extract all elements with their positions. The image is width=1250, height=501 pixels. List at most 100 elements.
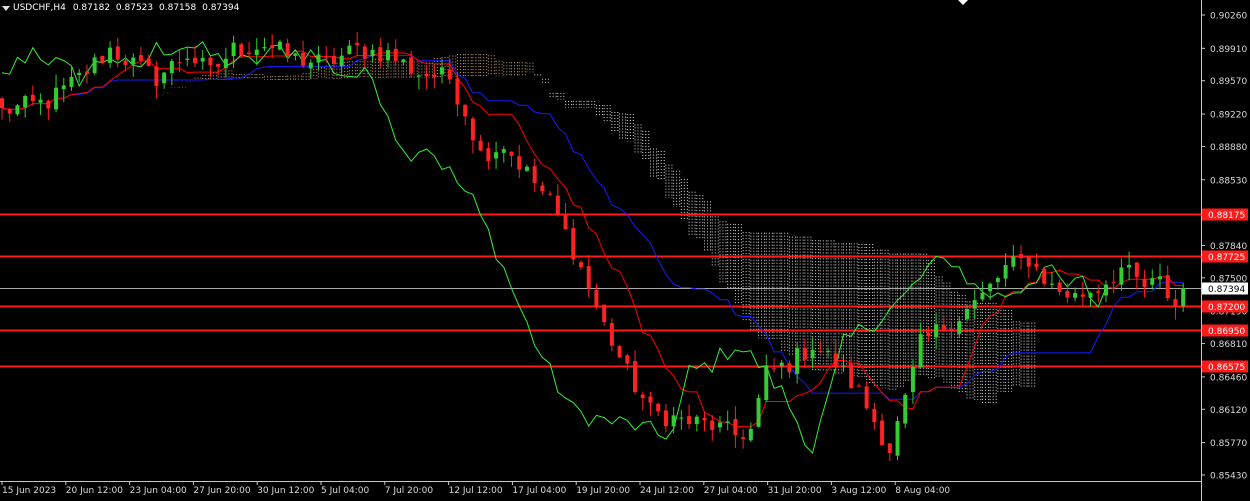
candle-body bbox=[285, 43, 290, 56]
candle-body bbox=[331, 56, 336, 65]
time-tick-label: 19 Jul 20:00 bbox=[576, 486, 630, 496]
candle-body bbox=[1127, 264, 1132, 268]
candle[interactable] bbox=[617, 345, 622, 359]
candle[interactable] bbox=[903, 393, 908, 428]
candle-body bbox=[687, 416, 692, 425]
candle-body bbox=[555, 195, 560, 216]
level-price-label: 0.87725 bbox=[1208, 253, 1245, 263]
high-value: 0.87523 bbox=[115, 3, 154, 13]
candle-body bbox=[301, 52, 306, 66]
candle-body bbox=[324, 56, 329, 58]
candle-body bbox=[77, 72, 82, 76]
candle-body bbox=[1158, 276, 1162, 280]
candle-body bbox=[216, 63, 221, 67]
time-tick-label: 24 Jul 12:00 bbox=[640, 486, 694, 496]
candle-body bbox=[702, 417, 707, 421]
candle-body bbox=[92, 57, 97, 74]
level-price-label: 0.86950 bbox=[1208, 327, 1245, 337]
candle-body bbox=[23, 96, 28, 108]
price-tick-label: 0.85430 bbox=[1210, 472, 1247, 482]
candle-body bbox=[138, 55, 143, 61]
chart-background bbox=[0, 0, 1250, 501]
price-tick-label: 0.86460 bbox=[1210, 373, 1247, 383]
candle-body bbox=[424, 73, 429, 77]
candle-body bbox=[61, 85, 66, 90]
candle-body bbox=[208, 57, 213, 66]
candle-body bbox=[532, 166, 537, 184]
time-tick-label: 27 Jul 04:00 bbox=[704, 486, 758, 496]
price-tick-label: 0.88880 bbox=[1210, 143, 1247, 153]
candle-body bbox=[656, 403, 661, 412]
candle-body bbox=[671, 415, 676, 427]
candle-body bbox=[856, 385, 861, 387]
candle-body bbox=[123, 60, 128, 65]
candle-body bbox=[494, 152, 499, 159]
candle-body bbox=[501, 149, 506, 153]
candle-body bbox=[455, 78, 460, 105]
candle-body bbox=[177, 62, 182, 64]
candle-body bbox=[355, 42, 360, 46]
time-tick-label: 3 Aug 12:00 bbox=[831, 486, 886, 496]
candle-body bbox=[1088, 293, 1093, 298]
candle-body bbox=[602, 304, 607, 323]
candle-body bbox=[710, 420, 715, 431]
candle-body bbox=[617, 346, 622, 358]
candle-body bbox=[579, 262, 583, 268]
candle-body bbox=[378, 47, 383, 62]
candle-body bbox=[270, 45, 275, 49]
dropdown-triangle-icon[interactable] bbox=[2, 5, 10, 11]
candle[interactable] bbox=[1042, 266, 1047, 287]
candle-body bbox=[872, 409, 877, 423]
candle-body bbox=[1049, 283, 1054, 285]
candle-body bbox=[0, 98, 4, 108]
candle-body bbox=[100, 55, 105, 63]
candle-body bbox=[1057, 282, 1062, 292]
candle-body bbox=[679, 417, 684, 419]
candle-body bbox=[509, 151, 514, 156]
candle-body bbox=[548, 193, 553, 195]
candle-body bbox=[903, 394, 908, 424]
candle-body bbox=[393, 48, 398, 61]
candle-body bbox=[841, 365, 846, 367]
time-tick-label: 17 Jul 04:00 bbox=[512, 486, 566, 496]
time-tick-label: 5 Jul 04:00 bbox=[321, 486, 370, 496]
time-tick-label: 27 Jun 20:00 bbox=[193, 486, 250, 496]
candle-body bbox=[386, 50, 390, 61]
candle-body bbox=[7, 108, 12, 114]
candle-body bbox=[748, 428, 753, 441]
candle-body bbox=[277, 41, 282, 50]
one-click-trading-icon[interactable] bbox=[958, 0, 968, 5]
price-tick-label: 0.90260 bbox=[1210, 12, 1247, 22]
candle-body bbox=[169, 61, 174, 74]
candle-body bbox=[1026, 256, 1031, 267]
candle-body bbox=[741, 437, 746, 440]
candle-body bbox=[772, 368, 776, 370]
candle[interactable] bbox=[756, 394, 761, 428]
time-tick-label: 15 Jun 2023 bbox=[2, 486, 56, 496]
candle-body bbox=[370, 49, 375, 57]
current-price-label: 0.87394 bbox=[1208, 285, 1245, 295]
candle-body bbox=[764, 365, 769, 401]
candle-body bbox=[440, 67, 445, 75]
candle-body bbox=[200, 57, 205, 62]
candle-body bbox=[416, 75, 421, 77]
level-price-label: 0.86575 bbox=[1208, 363, 1245, 373]
candle-body bbox=[254, 49, 259, 56]
price-chart[interactable]: 0.90260 0.89910 0.89570 0.89220 0.88880 0.885… bbox=[0, 0, 1250, 501]
candle-body bbox=[849, 364, 854, 389]
candle-body bbox=[949, 328, 954, 332]
candle-body bbox=[362, 46, 367, 59]
candle-body bbox=[524, 166, 529, 171]
candle-body bbox=[38, 99, 43, 103]
candle-body bbox=[30, 94, 35, 102]
candle-body bbox=[1019, 254, 1024, 259]
time-tick-label: 23 Jun 04:00 bbox=[130, 486, 187, 496]
candle[interactable] bbox=[895, 416, 900, 461]
candle-body bbox=[540, 185, 545, 192]
level-price-label: 0.88175 bbox=[1208, 211, 1245, 221]
time-tick-label: 8 Aug 04:00 bbox=[895, 486, 950, 496]
candle-body bbox=[1042, 268, 1047, 284]
candle-body bbox=[980, 293, 985, 300]
candle[interactable] bbox=[15, 103, 20, 117]
candle-body bbox=[633, 361, 638, 393]
